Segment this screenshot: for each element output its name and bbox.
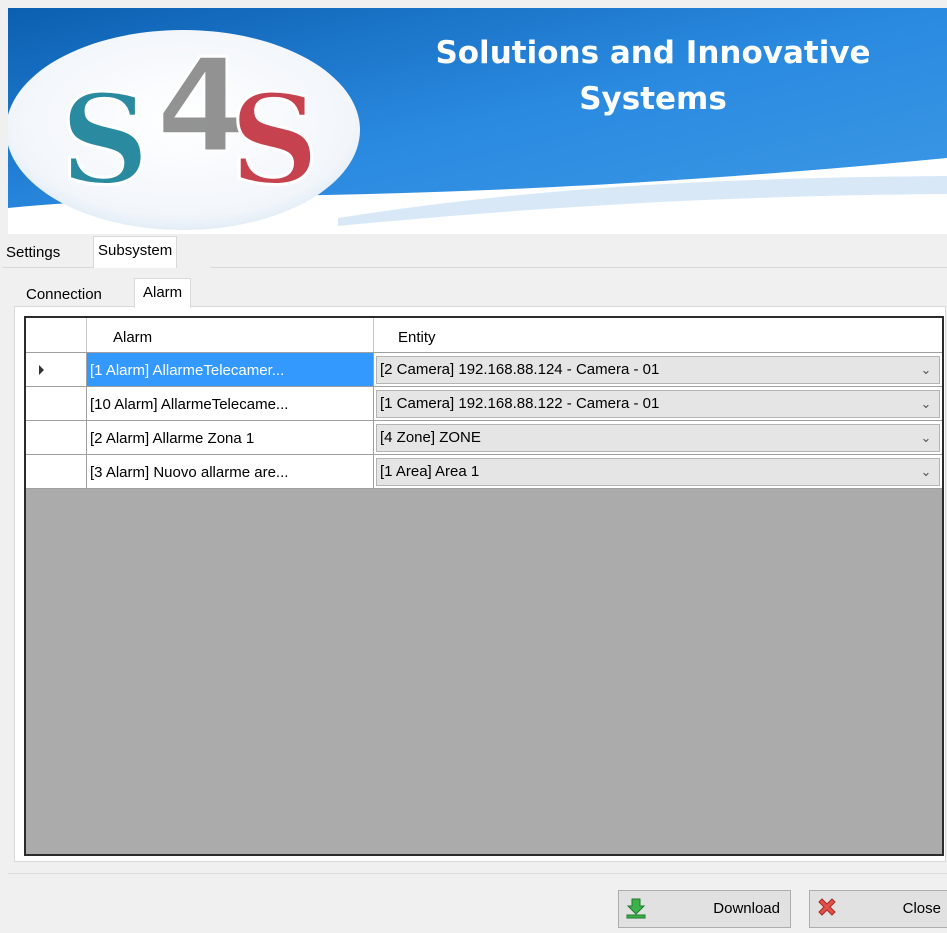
- download-label: Download: [713, 900, 780, 917]
- header-banner: 4 SS Solutions and Innovative Systems: [8, 8, 947, 234]
- close-label: Close: [902, 900, 941, 917]
- footer-divider: [8, 873, 947, 874]
- entity-value: [1 Camera] 192.168.88.122 - Camera - 01: [380, 395, 660, 412]
- entity-cell[interactable]: [2 Camera] 192.168.88.124 - Camera - 01 …: [374, 353, 942, 387]
- banner-title-line2: Systems: [579, 81, 727, 117]
- banner-title: Solutions and Innovative Systems: [368, 30, 938, 122]
- tab-settings[interactable]: Settings: [2, 241, 64, 267]
- tab-subsystem[interactable]: Subsystem: [93, 236, 178, 268]
- chevron-down-icon[interactable]: ⌄: [913, 357, 939, 383]
- alarm-cell[interactable]: [2 Alarm] Allarme Zona 1: [87, 421, 374, 455]
- entity-cell[interactable]: [1 Camera] 192.168.88.122 - Camera - 01 …: [374, 387, 942, 421]
- row-header-corner: [26, 318, 87, 352]
- main-tab-divider-right: [210, 267, 947, 268]
- table-row[interactable]: [3 Alarm] Nuovo allarme are... [1 Area] …: [26, 455, 942, 489]
- entity-value: [1 Area] Area 1: [380, 463, 480, 480]
- current-row-icon: [39, 365, 44, 375]
- logo: SS: [59, 68, 321, 213]
- row-header[interactable]: [26, 353, 87, 387]
- table-row[interactable]: [2 Alarm] Allarme Zona 1 [4 Zone] ZONE ⌄: [26, 421, 942, 455]
- entity-combobox[interactable]: [1 Area] Area 1 ⌄: [376, 458, 940, 486]
- close-button[interactable]: Close: [809, 890, 947, 928]
- row-header[interactable]: [26, 455, 87, 489]
- entity-combobox[interactable]: [4 Zone] ZONE ⌄: [376, 424, 940, 452]
- main-tab-divider: [2, 267, 93, 268]
- alarm-cell[interactable]: [10 Alarm] AllarmeTelecame...: [87, 387, 374, 421]
- alarm-cell[interactable]: [3 Alarm] Nuovo allarme are...: [87, 455, 374, 489]
- banner-title-line1: Solutions and Innovative: [435, 35, 871, 71]
- entity-cell[interactable]: [4 Zone] ZONE ⌄: [374, 421, 942, 455]
- chevron-down-icon[interactable]: ⌄: [913, 425, 939, 451]
- download-button[interactable]: Download: [618, 890, 791, 928]
- entity-value: [4 Zone] ZONE: [380, 429, 481, 446]
- table-row[interactable]: [1 Alarm] AllarmeTelecamer... [2 Camera]…: [26, 353, 942, 387]
- entity-combobox[interactable]: [2 Camera] 192.168.88.124 - Camera - 01 …: [376, 356, 940, 384]
- entity-combobox[interactable]: [1 Camera] 192.168.88.122 - Camera - 01 …: [376, 390, 940, 418]
- chevron-down-icon[interactable]: ⌄: [913, 459, 939, 485]
- entity-cell[interactable]: [1 Area] Area 1 ⌄: [374, 455, 942, 489]
- row-header[interactable]: [26, 421, 87, 455]
- chevron-down-icon[interactable]: ⌄: [913, 391, 939, 417]
- tab-alarm[interactable]: Alarm: [134, 278, 192, 308]
- row-header[interactable]: [26, 387, 87, 421]
- column-header-entity[interactable]: Entity: [374, 318, 942, 352]
- alarm-cell[interactable]: [1 Alarm] AllarmeTelecamer...: [87, 353, 374, 387]
- column-header-alarm[interactable]: Alarm: [87, 318, 374, 352]
- alarm-entity-grid[interactable]: Alarm Entity [1 Alarm] AllarmeTelecamer.…: [24, 316, 944, 856]
- table-row[interactable]: [10 Alarm] AllarmeTelecame... [1 Camera]…: [26, 387, 942, 421]
- grid-header: Alarm Entity: [26, 318, 942, 353]
- entity-value: [2 Camera] 192.168.88.124 - Camera - 01: [380, 361, 660, 378]
